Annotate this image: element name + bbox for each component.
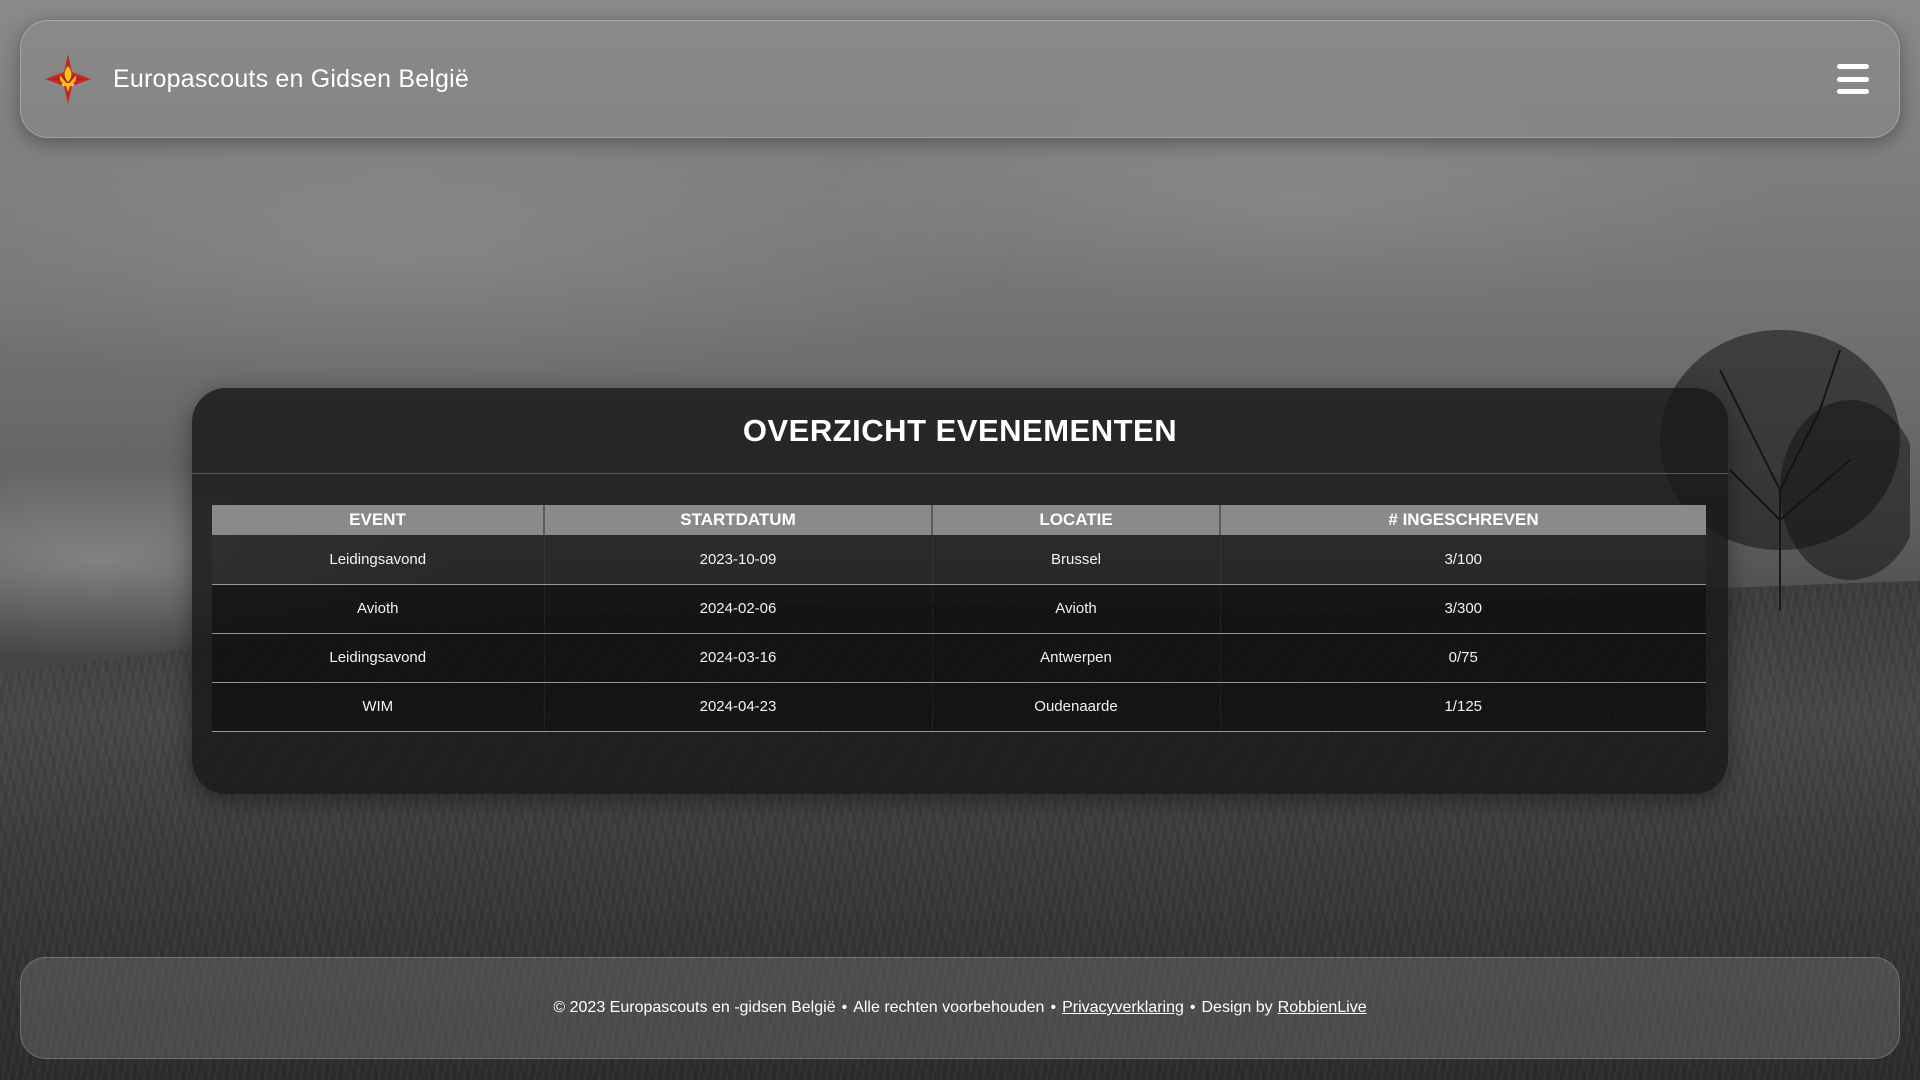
site-footer: © 2023 Europascouts en -gidsen België • … (20, 957, 1900, 1059)
events-table: EVENT STARTDATUM LOCATIE # INGESCHREVEN … (212, 505, 1706, 732)
designer-link[interactable]: RobbienLive (1278, 999, 1367, 1017)
startdatum-cell: 2024-04-23 (543, 682, 932, 732)
event-cell: Leidingsavond (212, 535, 544, 585)
menu-bar (1837, 64, 1869, 69)
table-row[interactable]: Leidingsavond 2024-03-16 Antwerpen 0/75 (212, 633, 1706, 683)
locatie-cell: Brussel (931, 535, 1220, 585)
ingeschreven-cell: 1/125 (1219, 682, 1706, 732)
startdatum-cell: 2023-10-09 (543, 535, 932, 585)
table-row[interactable]: Avioth 2024-02-06 Avioth 3/300 (212, 584, 1706, 634)
fleur-de-lis-star-icon[interactable] (41, 52, 95, 106)
site-header: Europascouts en Gidsen België (20, 20, 1900, 138)
menu-bar (1837, 76, 1869, 82)
ingeschreven-cell: 3/300 (1219, 584, 1706, 634)
rights-text: Alle rechten voorbehouden (853, 999, 1045, 1016)
events-table-wrapper: EVENT STARTDATUM LOCATIE # INGESCHREVEN … (192, 474, 1728, 732)
locatie-cell: Antwerpen (931, 633, 1220, 683)
site-title[interactable]: Europascouts en Gidsen België (113, 65, 469, 94)
column-header-event[interactable]: EVENT (212, 505, 544, 535)
column-header-ingeschreven[interactable]: # INGESCHREVEN (1219, 505, 1706, 535)
privacy-link[interactable]: Privacyverklaring (1062, 999, 1184, 1017)
event-cell: WIM (212, 682, 544, 732)
column-header-startdatum[interactable]: STARTDATUM (543, 505, 932, 535)
table-row[interactable]: Leidingsavond 2023-10-09 Brussel 3/100 (212, 535, 1706, 585)
page-title: OVERZICHT EVENEMENTEN (192, 388, 1728, 474)
events-card: OVERZICHT EVENEMENTEN EVENT STARTDATUM L… (192, 388, 1728, 794)
design-prefix-text: Design by (1201, 999, 1273, 1016)
footer-separator: • (841, 999, 848, 1016)
table-header-row: EVENT STARTDATUM LOCATIE # INGESCHREVEN (212, 505, 1706, 535)
column-header-locatie[interactable]: LOCATIE (931, 505, 1220, 535)
event-cell: Leidingsavond (212, 633, 544, 683)
footer-separator: • (1189, 999, 1196, 1016)
table-row[interactable]: WIM 2024-04-23 Oudenaarde 1/125 (212, 682, 1706, 732)
menu-bar (1837, 89, 1869, 94)
hamburger-menu-icon[interactable] (1837, 64, 1869, 94)
event-cell: Avioth (212, 584, 544, 634)
ingeschreven-cell: 3/100 (1219, 535, 1706, 585)
ingeschreven-cell: 0/75 (1219, 633, 1706, 683)
footer-separator: • (1050, 999, 1057, 1016)
startdatum-cell: 2024-02-06 (543, 584, 932, 634)
startdatum-cell: 2024-03-16 (543, 633, 932, 683)
copyright-text: © 2023 Europascouts en -gidsen België (553, 999, 836, 1016)
locatie-cell: Oudenaarde (931, 682, 1220, 732)
locatie-cell: Avioth (931, 584, 1220, 634)
